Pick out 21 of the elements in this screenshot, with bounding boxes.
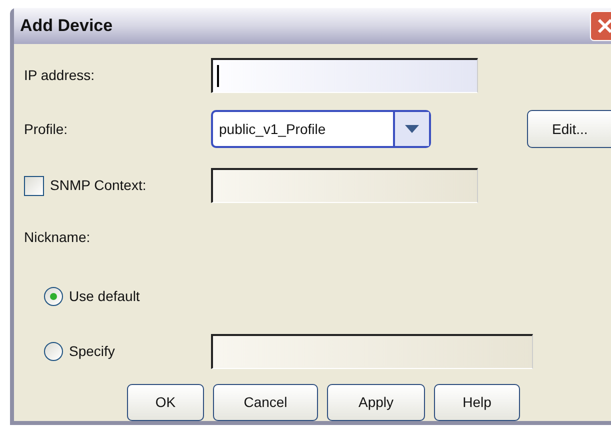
dialog-button[interactable]: Cancel (213, 384, 318, 421)
window-title: Add Device (20, 15, 113, 38)
radio-label: Specify (69, 342, 115, 361)
dialog-button[interactable]: Help (434, 384, 520, 421)
field-label: Nickname: (24, 228, 92, 247)
checkbox-label: SNMP Context: (50, 176, 146, 195)
input-field[interactable] (211, 58, 478, 93)
caret-icon[interactable] (393, 112, 429, 146)
field-label: Profile: (24, 120, 69, 138)
edit-button[interactable]: Edit... (527, 110, 611, 148)
radio-button[interactable] (44, 287, 63, 306)
input-field[interactable] (211, 334, 533, 369)
profile-dropdown[interactable]: public_v1_Profile (211, 110, 431, 148)
radio-button[interactable] (44, 342, 63, 361)
radio-label: Use default (69, 287, 140, 306)
input-field[interactable] (211, 168, 478, 203)
dialog-button[interactable]: OK (127, 384, 204, 421)
checkbox[interactable] (24, 176, 44, 196)
field-label: IP address: (24, 66, 96, 85)
dialog-button[interactable]: Apply (327, 384, 425, 421)
close-icon[interactable] (590, 11, 611, 41)
